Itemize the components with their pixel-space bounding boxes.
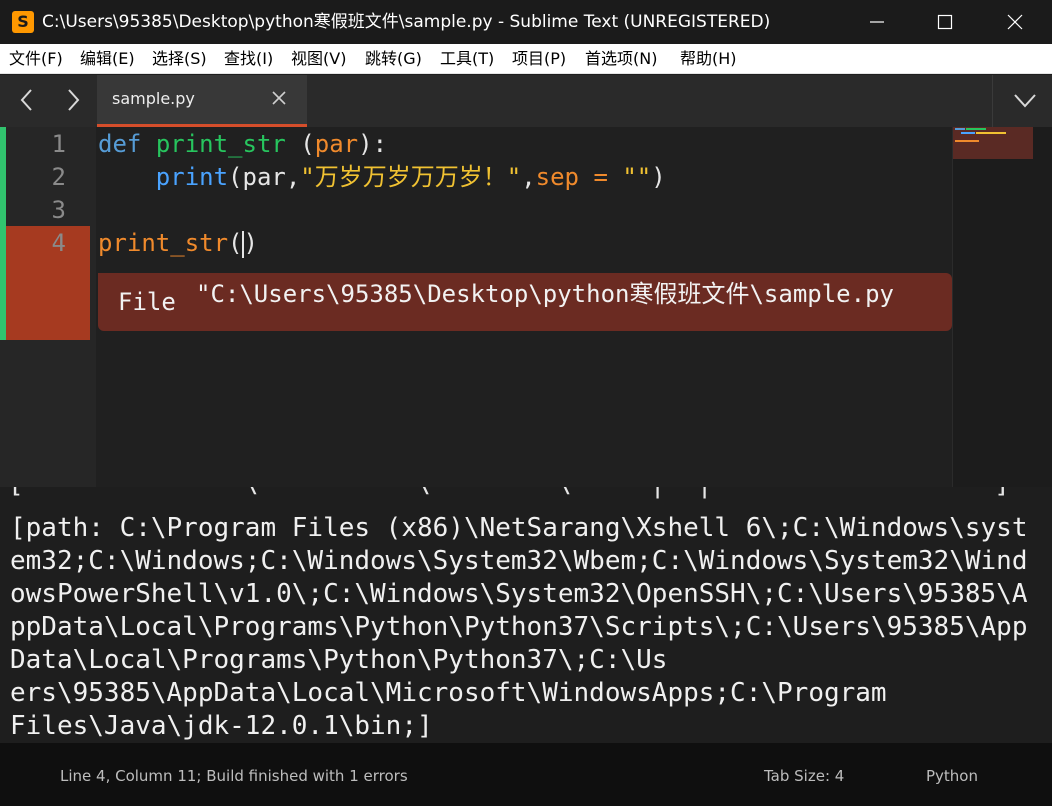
menu-selection[interactable]: 选择(S) bbox=[152, 49, 207, 69]
minimap-line bbox=[955, 128, 965, 130]
minimap-line bbox=[976, 132, 1006, 134]
output-line: [path: C:\Program Files (x86)\NetSarang\… bbox=[10, 513, 1028, 543]
window-title: C:\Users\95385\Desktop\python寒假班文件\sampl… bbox=[42, 12, 771, 32]
build-output-panel[interactable]: [path: C:\Program Files (x86)\NetSarang\… bbox=[0, 507, 1052, 743]
tab-close-icon[interactable] bbox=[272, 91, 286, 105]
menu-preferences[interactable]: 首选项(N) bbox=[585, 49, 657, 69]
punctuation: ( bbox=[285, 130, 315, 158]
maximize-button[interactable] bbox=[920, 0, 970, 44]
arguments: (par, bbox=[228, 163, 301, 191]
error-path: "C:\Users\95385\Desktop\python寒假班文件\samp… bbox=[196, 280, 894, 308]
minimize-icon bbox=[870, 21, 884, 23]
maximize-icon bbox=[937, 14, 953, 30]
tab-sample-py[interactable]: sample.py bbox=[97, 75, 307, 127]
minimize-button[interactable] bbox=[852, 0, 902, 44]
string-literal: "万岁万岁万万岁！" bbox=[300, 163, 522, 191]
back-button[interactable] bbox=[14, 87, 40, 113]
punctuation: ) bbox=[243, 229, 258, 257]
error-prefix: File bbox=[118, 288, 176, 316]
parameter: par bbox=[314, 130, 359, 158]
code-editor[interactable]: 1 2 3 4 def print_str (par): print(par,"… bbox=[0, 127, 1052, 487]
code-line-4: print_str() bbox=[98, 227, 258, 260]
output-line: ppData\Local\Programs\Python\Python37\Sc… bbox=[10, 612, 1028, 642]
keyword-def: def bbox=[98, 130, 142, 158]
chevron-down-icon bbox=[1014, 94, 1036, 108]
code-line-1: def print_str (par): bbox=[98, 128, 387, 161]
code-line-2: print(par,"万岁万岁万万岁！",sep = "") bbox=[98, 161, 666, 194]
line-number: 1 bbox=[51, 130, 66, 158]
output-panel-top: [ \ \ \ | | ] bbox=[0, 487, 1052, 507]
tab-label: sample.py bbox=[112, 89, 195, 108]
tab-bar: sample.py bbox=[0, 75, 1052, 127]
menu-bar: 文件(F) 编辑(E) 选择(S) 查找(I) 视图(V) 跳转(G) 工具(T… bbox=[0, 44, 1052, 74]
menu-help[interactable]: 帮助(H) bbox=[680, 49, 737, 69]
tab-size-selector[interactable]: Tab Size: 4 bbox=[764, 767, 844, 785]
keyword-arg: sep = bbox=[535, 163, 623, 191]
function-call: print_str bbox=[98, 229, 229, 257]
menu-file[interactable]: 文件(F) bbox=[9, 49, 63, 69]
forward-button[interactable] bbox=[60, 87, 86, 113]
close-button[interactable] bbox=[990, 0, 1040, 44]
output-line: Files\Java\jdk-12.0.1\bin;] bbox=[10, 711, 433, 741]
title-bar: S C:\Users\95385\Desktop\python寒假班文件\sam… bbox=[0, 0, 1052, 44]
line-number: 4 bbox=[51, 229, 66, 257]
error-phantom: File "C:\Users\95385\Desktop\python寒假班文件… bbox=[98, 273, 952, 331]
status-bar: Line 4, Column 11; Build finished with 1… bbox=[0, 743, 1052, 806]
punctuation: ( bbox=[228, 229, 243, 257]
line-number: 2 bbox=[51, 163, 66, 191]
punctuation: ) bbox=[651, 163, 666, 191]
function-name: print_str bbox=[155, 130, 286, 158]
close-icon bbox=[1007, 14, 1023, 30]
menu-edit[interactable]: 编辑(E) bbox=[80, 49, 135, 69]
punctuation: ): bbox=[358, 130, 388, 158]
chevron-right-icon bbox=[68, 89, 80, 111]
minimap-line bbox=[966, 128, 986, 130]
chevron-left-icon bbox=[20, 89, 32, 111]
menu-view[interactable]: 视图(V) bbox=[291, 49, 346, 69]
output-line: owsPowerShell\v1.0\;C:\Windows\System32\… bbox=[10, 579, 1028, 609]
string-literal: "" bbox=[622, 163, 652, 191]
gutter: 1 2 3 4 bbox=[0, 127, 96, 487]
output-line-cut: [ \ \ \ | | ] bbox=[8, 487, 1010, 499]
menu-find[interactable]: 查找(I) bbox=[224, 49, 273, 69]
minimap-line bbox=[961, 132, 975, 134]
minimap[interactable] bbox=[952, 127, 1052, 487]
syntax-selector[interactable]: Python bbox=[926, 767, 978, 785]
status-position: Line 4, Column 11; Build finished with 1… bbox=[60, 767, 408, 785]
menu-goto[interactable]: 跳转(G) bbox=[365, 49, 422, 69]
menu-project[interactable]: 项目(P) bbox=[512, 49, 566, 69]
minimap-line bbox=[955, 140, 979, 142]
punctuation: , bbox=[521, 163, 536, 191]
line-number: 3 bbox=[51, 196, 66, 224]
menu-tools[interactable]: 工具(T) bbox=[440, 49, 494, 69]
tab-list-button[interactable] bbox=[992, 75, 1052, 127]
sublime-logo-icon: S bbox=[12, 11, 34, 33]
builtin-print: print bbox=[155, 163, 229, 191]
output-line: em32;C:\Windows;C:\Windows\System32\Wbem… bbox=[10, 546, 1028, 576]
output-line: ers\95385\AppData\Local\Microsoft\Window… bbox=[10, 678, 887, 708]
output-line: Data\Local\Programs\Python\Python37\;C:\… bbox=[10, 645, 668, 675]
